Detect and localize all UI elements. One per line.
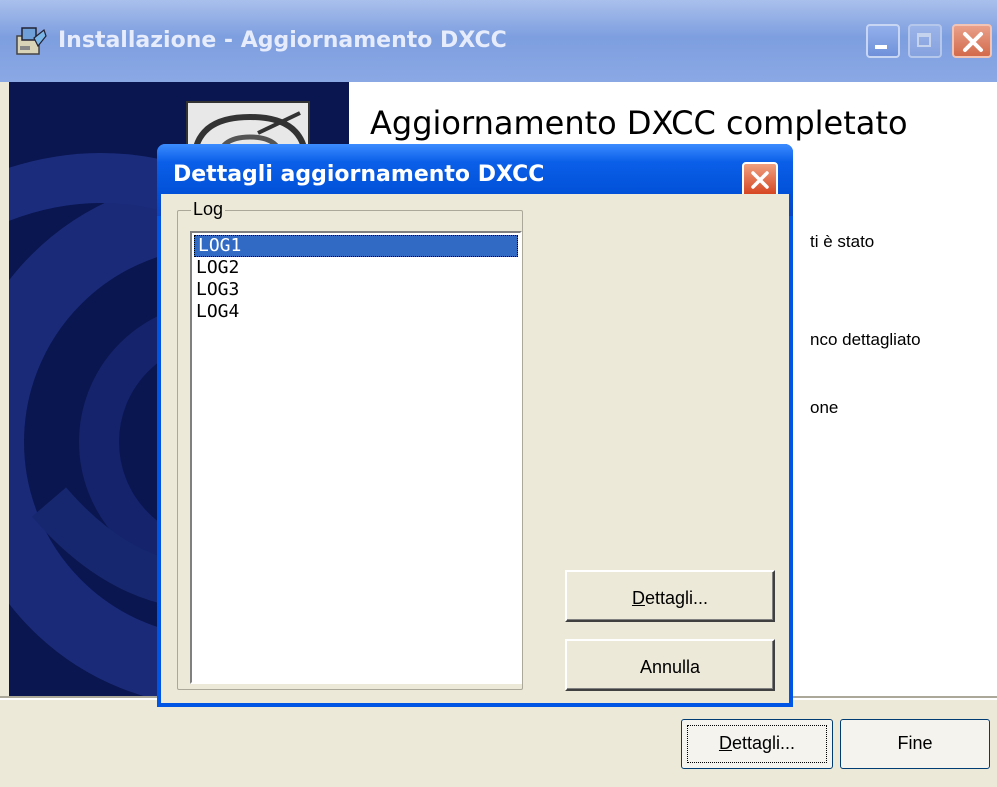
dialog-close-button[interactable]: [742, 162, 778, 198]
focus-rectangle: [687, 725, 827, 763]
dialog-details-label: ettagli...: [644, 588, 709, 608]
details-button[interactable]: Dettagli...: [681, 719, 833, 769]
list-item[interactable]: LOG2: [192, 257, 520, 279]
close-icon: [963, 32, 983, 52]
log-groupbox: Log LOG1 LOG2 LOG3 LOG4: [177, 199, 523, 690]
finish-button[interactable]: Fine: [840, 719, 990, 769]
window-title: Installazione - Aggiornamento DXCC: [58, 28, 507, 53]
body-text-line-1: ti è stato: [810, 232, 875, 251]
window-titlebar[interactable]: Installazione - Aggiornamento DXCC: [0, 0, 997, 82]
log-details-dialog: Dettagli aggiornamento DXCC Log LOG1 LOG…: [157, 144, 793, 707]
list-item[interactable]: LOG3: [192, 279, 520, 301]
cancel-button[interactable]: Annulla: [565, 639, 775, 691]
body-text-line-2: nco dettagliato: [810, 330, 921, 349]
cancel-button-label: Annulla: [639, 657, 701, 677]
window-close-button[interactable]: [952, 24, 992, 58]
finish-button-label: Fine: [897, 733, 933, 753]
list-item[interactable]: LOG1: [194, 235, 518, 257]
list-item[interactable]: LOG4: [192, 301, 520, 323]
dialog-details-accesskey: D: [631, 588, 645, 608]
page-title: Aggiornamento DXCC completato: [370, 104, 908, 142]
dialog-title: Dettagli aggiornamento DXCC: [173, 162, 545, 187]
maximize-button[interactable]: [908, 24, 942, 58]
log-groupbox-label: Log: [191, 199, 226, 220]
body-text-line-3: one: [810, 398, 839, 417]
installer-app-icon: [16, 27, 47, 55]
close-icon: [751, 171, 769, 189]
dialog-body: Log LOG1 LOG2 LOG3 LOG4 Dettagli... Annu…: [161, 194, 789, 703]
minimize-button[interactable]: [866, 24, 900, 58]
log-listbox[interactable]: LOG1 LOG2 LOG3 LOG4: [190, 231, 522, 684]
dialog-details-button[interactable]: Dettagli...: [565, 570, 775, 622]
